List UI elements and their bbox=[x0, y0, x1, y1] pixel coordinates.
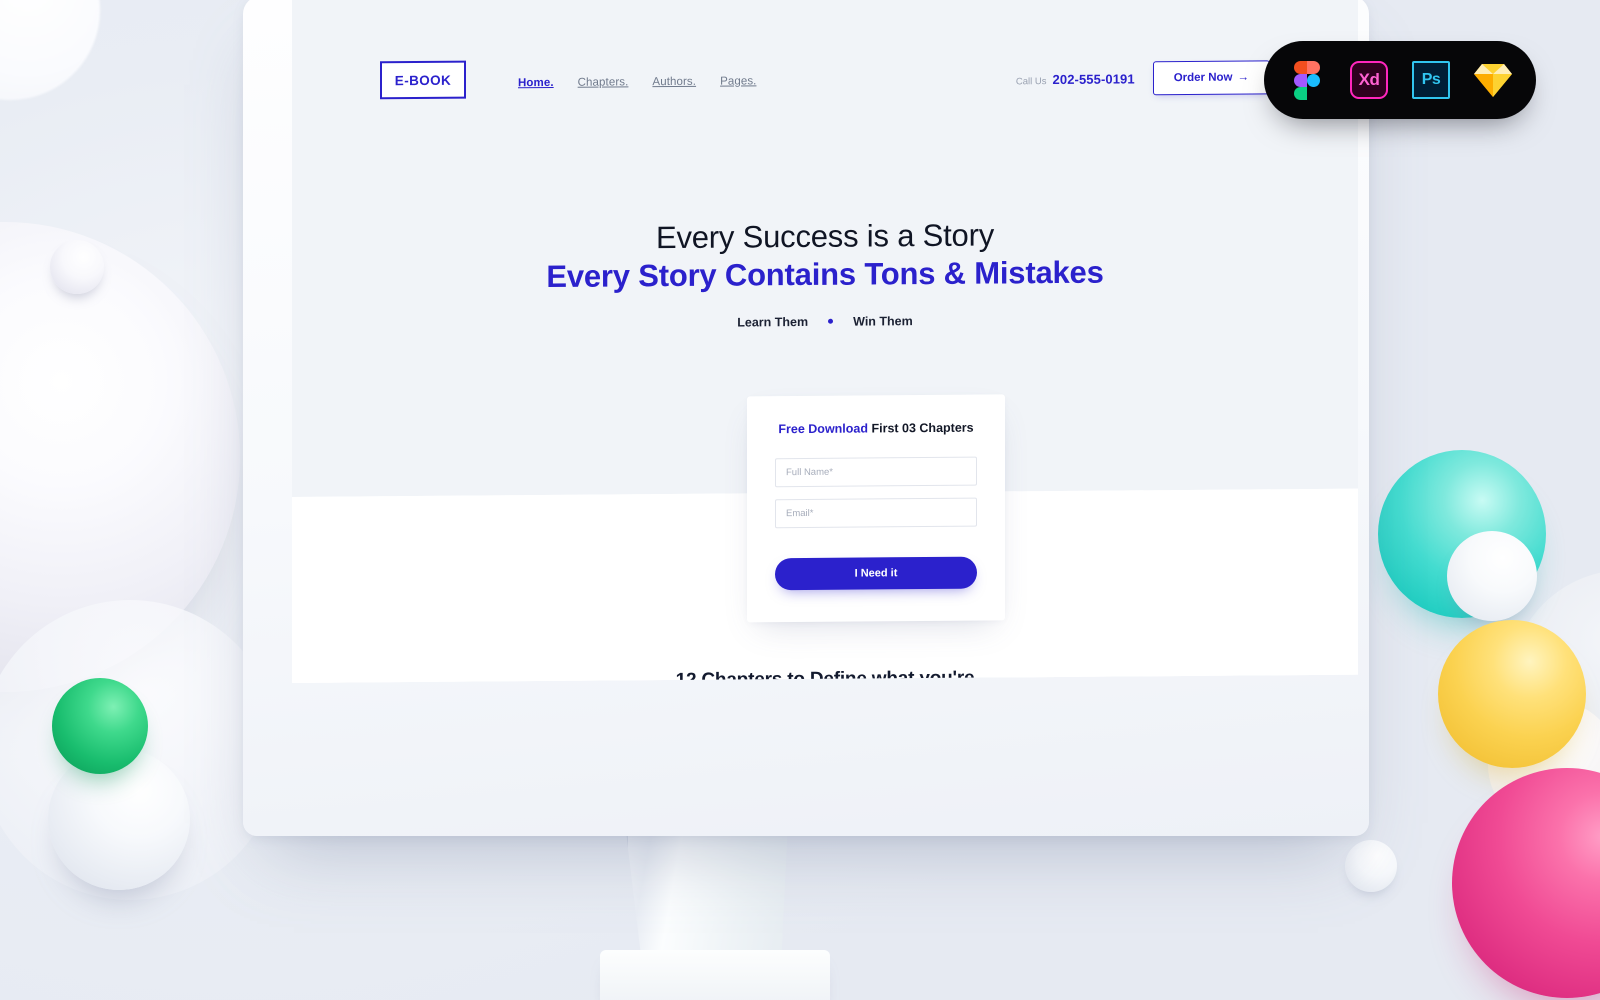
adobe-xd-icon[interactable]: Xd bbox=[1348, 59, 1390, 101]
site-header: E-BOOK Home. Chapters. Authors. Pages. C… bbox=[292, 44, 1358, 110]
nav-item-pages[interactable]: Pages. bbox=[720, 75, 756, 87]
order-now-label: Order Now bbox=[1173, 71, 1233, 85]
download-form-card: Free Download First 03 Chapters I Need i… bbox=[747, 394, 1005, 623]
photoshop-label: Ps bbox=[1412, 61, 1450, 99]
main-navigation: Home. Chapters. Authors. Pages. bbox=[518, 75, 756, 89]
hero-subline-left: Learn Them bbox=[737, 314, 809, 330]
nav-item-authors[interactable]: Authors. bbox=[652, 75, 696, 87]
website-page: 12 Chapters to Define what you're E-BOOK… bbox=[292, 0, 1358, 683]
decorative-sphere-pink bbox=[1452, 768, 1600, 998]
monitor-frame: 12 Chapters to Define what you're E-BOOK… bbox=[243, 0, 1369, 836]
nav-item-chapters[interactable]: Chapters. bbox=[578, 76, 629, 88]
header-actions: Call Us 202-555-0191 Order Now → bbox=[1016, 60, 1270, 96]
decorative-sphere-yellow bbox=[1438, 620, 1586, 768]
sketch-icon[interactable] bbox=[1472, 59, 1514, 101]
call-us-phone-number[interactable]: 202-555-0191 bbox=[1053, 71, 1135, 87]
bullet-dot-icon bbox=[828, 318, 834, 324]
decorative-sphere-white-mid-right bbox=[1447, 531, 1537, 621]
hero-headline-line-2: Every Story Contains Tons & Mistakes bbox=[546, 254, 1104, 294]
full-name-input[interactable] bbox=[775, 456, 977, 488]
order-now-button[interactable]: Order Now → bbox=[1152, 60, 1270, 96]
next-section-heading: 12 Chapters to Define what you're bbox=[675, 667, 975, 683]
call-us-label: Call Us bbox=[1015, 75, 1047, 87]
form-title-rest: First 03 Chapters bbox=[868, 420, 974, 436]
email-input[interactable] bbox=[775, 497, 977, 529]
call-us-block: Call Us 202-555-0191 bbox=[1016, 71, 1135, 87]
monitor-screen: 12 Chapters to Define what you're E-BOOK… bbox=[292, 0, 1358, 683]
photoshop-icon[interactable]: Ps bbox=[1410, 59, 1452, 101]
decorative-sphere-corner-white bbox=[0, 0, 100, 100]
logo[interactable]: E-BOOK bbox=[380, 60, 466, 100]
design-tools-badge: Xd Ps bbox=[1264, 41, 1536, 119]
decorative-sphere-green bbox=[52, 678, 148, 774]
figma-icon[interactable] bbox=[1286, 59, 1328, 101]
nav-item-home[interactable]: Home. bbox=[518, 76, 554, 88]
decorative-sphere-tiny-white bbox=[1345, 840, 1397, 892]
decorative-sphere-small-white-top bbox=[50, 240, 104, 294]
adobe-xd-label: Xd bbox=[1350, 61, 1388, 99]
hero-subline-right: Win Them bbox=[853, 313, 913, 329]
form-title-highlight: Free Download bbox=[778, 421, 868, 437]
arrow-right-icon: → bbox=[1237, 71, 1250, 84]
form-title: Free Download First 03 Chapters bbox=[775, 421, 977, 437]
i-need-it-submit-button[interactable]: I Need it bbox=[775, 556, 977, 591]
sketch-glyph bbox=[1474, 64, 1512, 97]
hero-section: Every Success is a Story Every Story Con… bbox=[292, 214, 1358, 333]
monitor-stand-base bbox=[600, 950, 830, 1000]
monitor-stand-neck bbox=[624, 822, 788, 962]
